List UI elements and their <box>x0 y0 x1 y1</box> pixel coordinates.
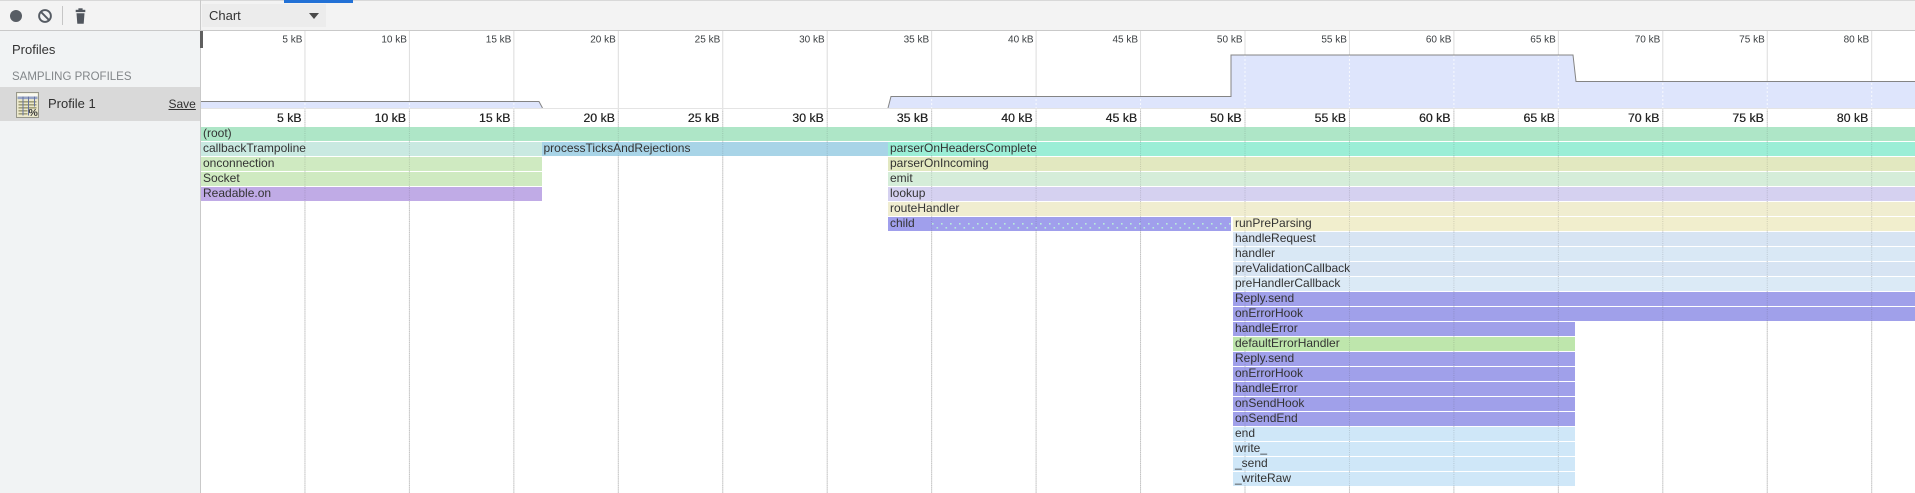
svg-text:45 kB: 45 kB <box>1112 35 1138 46</box>
svg-text:10 kB: 10 kB <box>381 35 407 46</box>
svg-text:20 kB: 20 kB <box>590 35 616 46</box>
svg-text:30 kB: 30 kB <box>799 35 825 46</box>
svg-text:35 kB: 35 kB <box>904 35 930 46</box>
svg-text:60 kB: 60 kB <box>1426 35 1452 46</box>
svg-text:70 kB: 70 kB <box>1635 35 1661 46</box>
svg-text:5 kB: 5 kB <box>282 35 302 46</box>
svg-text:55 kB: 55 kB <box>1321 35 1347 46</box>
svg-text:40 kB: 40 kB <box>1008 35 1034 46</box>
svg-text:50 kB: 50 kB <box>1217 35 1243 46</box>
svg-text:%: % <box>29 107 39 119</box>
svg-text:65 kB: 65 kB <box>1530 35 1556 46</box>
svg-text:25 kB: 25 kB <box>695 35 721 46</box>
svg-text:15 kB: 15 kB <box>486 35 512 46</box>
svg-text:75 kB: 75 kB <box>1739 35 1765 46</box>
svg-text:80 kB: 80 kB <box>1844 35 1870 46</box>
